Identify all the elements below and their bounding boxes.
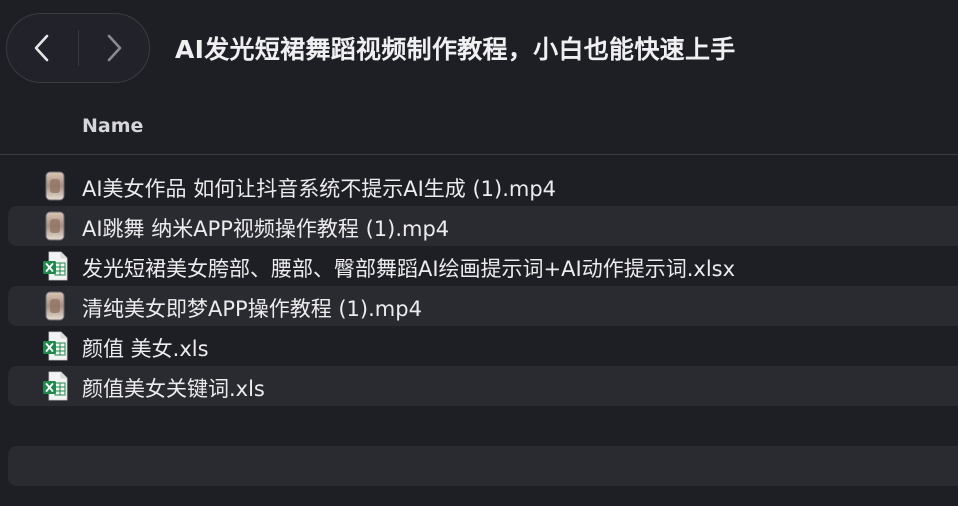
video-thumbnail-icon — [40, 210, 70, 242]
excel-file-icon — [40, 370, 70, 402]
file-row[interactable]: AI美女作品 如何让抖音系统不提示AI生成 (1).mp4 — [8, 166, 958, 206]
back-button[interactable] — [7, 14, 77, 82]
forward-button[interactable] — [79, 14, 149, 82]
excel-file-icon — [43, 331, 68, 361]
file-row[interactable]: 发光短裙美女胯部、腰部、臀部舞蹈AI绘画提示词+AI动作提示词.xlsx — [8, 246, 958, 286]
excel-file-icon — [43, 251, 68, 281]
file-row[interactable]: 颜值美女关键词.xls — [8, 366, 958, 406]
excel-file-icon — [40, 330, 70, 362]
column-header-name[interactable]: Name — [82, 115, 143, 137]
excel-file-icon — [43, 371, 68, 401]
file-row[interactable]: 清纯美女即梦APP操作教程 (1).mp4 — [8, 286, 958, 326]
video-thumbnail-icon — [45, 171, 65, 201]
excel-file-icon — [40, 250, 70, 282]
toolbar: AI发光短裙舞蹈视频制作教程，小白也能快速上手 — [0, 0, 958, 100]
file-name: AI跳舞 纳米APP视频操作教程 (1).mp4 — [82, 217, 450, 241]
chevron-right-icon — [107, 34, 122, 62]
video-thumbnail-icon — [40, 170, 70, 202]
navigation-controls — [6, 13, 150, 83]
file-name: 发光短裙美女胯部、腰部、臀部舞蹈AI绘画提示词+AI动作提示词.xlsx — [82, 257, 736, 281]
file-name: 颜值 美女.xls — [82, 337, 209, 361]
video-thumbnail-icon — [45, 291, 65, 321]
video-thumbnail-icon — [40, 290, 70, 322]
video-thumbnail-icon — [45, 211, 65, 241]
chevron-left-icon — [34, 34, 49, 62]
file-name: 颜值美女关键词.xls — [82, 377, 265, 401]
empty-list-row — [8, 446, 958, 486]
file-name: 清纯美女即梦APP操作教程 (1).mp4 — [82, 297, 422, 321]
header-divider — [0, 154, 958, 155]
file-row[interactable]: AI跳舞 纳米APP视频操作教程 (1).mp4 — [8, 206, 958, 246]
file-name: AI美女作品 如何让抖音系统不提示AI生成 (1).mp4 — [82, 177, 557, 201]
window-title: AI发光短裙舞蹈视频制作教程，小白也能快速上手 — [175, 35, 736, 64]
file-row[interactable]: 颜值 美女.xls — [8, 326, 958, 366]
file-list: AI美女作品 如何让抖音系统不提示AI生成 (1).mp4 AI跳舞 纳米APP… — [0, 166, 958, 406]
